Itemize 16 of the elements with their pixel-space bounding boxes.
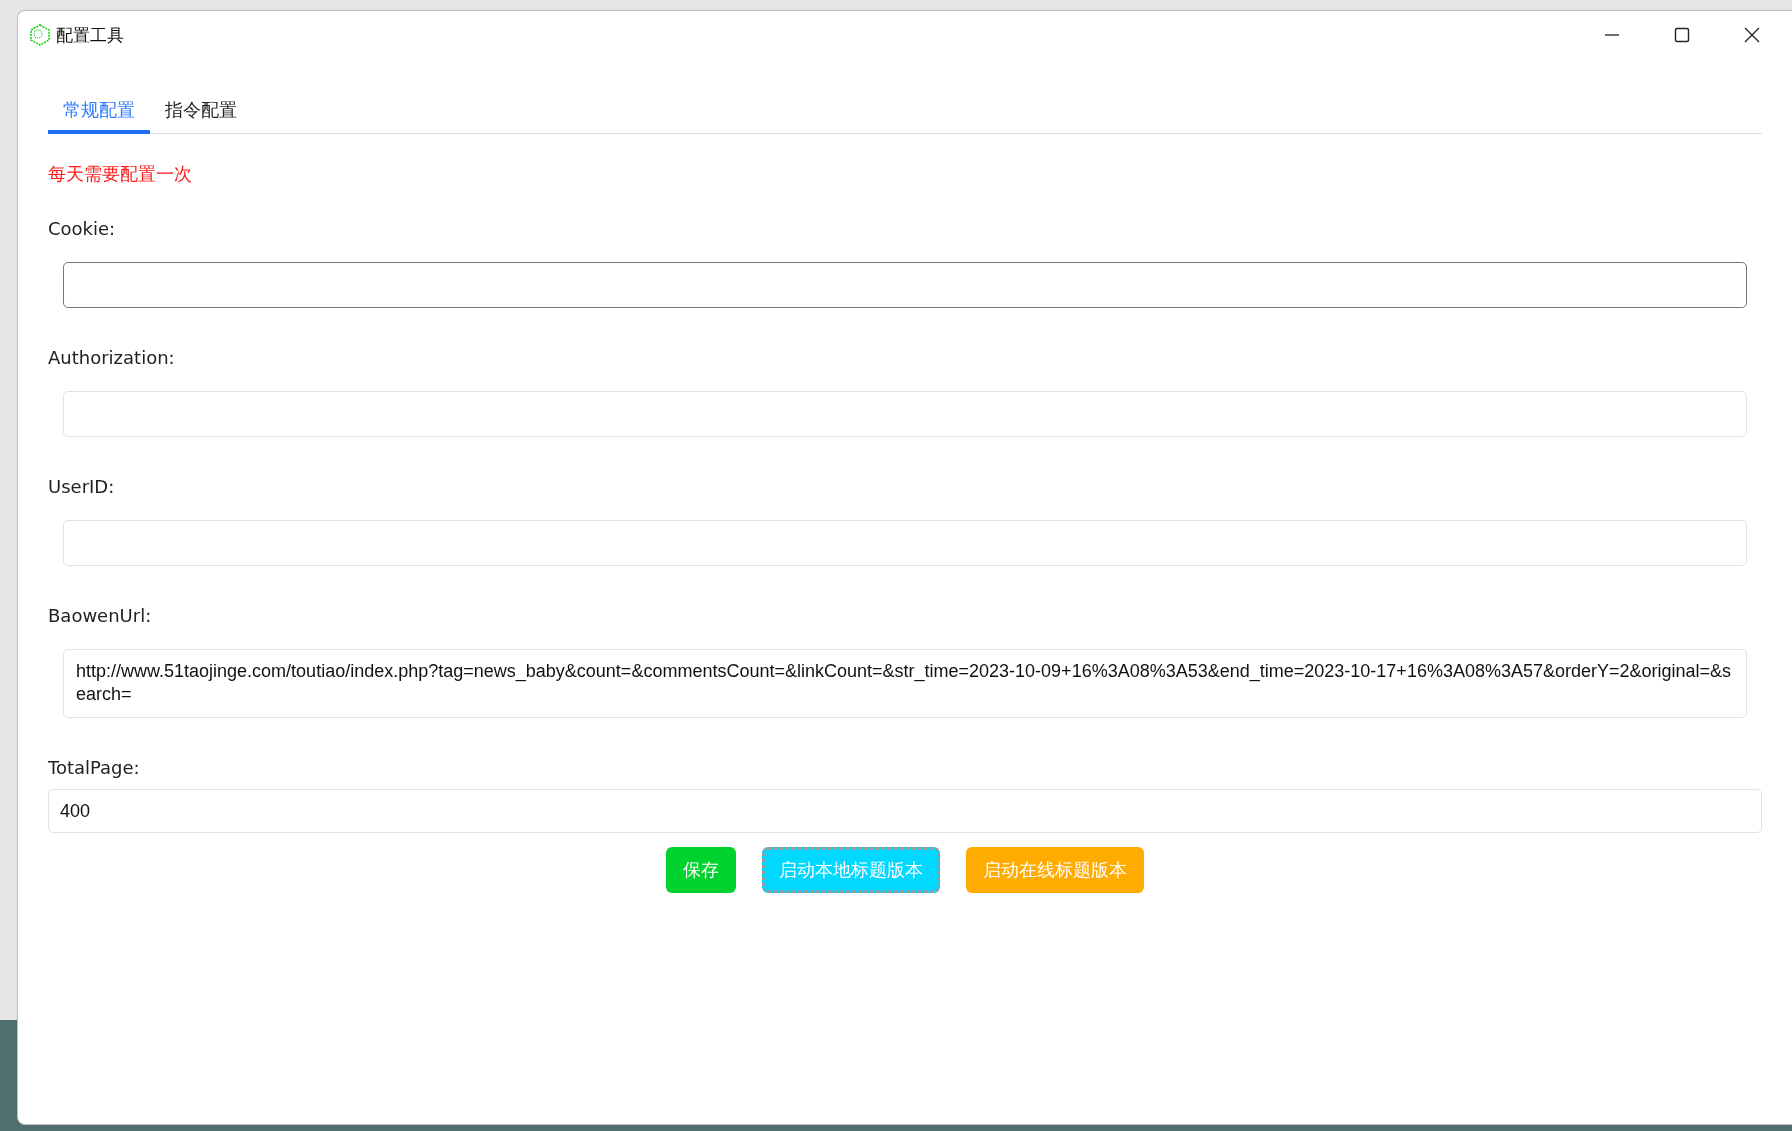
close-icon[interactable]: [1742, 25, 1762, 45]
app-icon: [29, 24, 51, 46]
notice-text: 每天需要配置一次: [48, 162, 193, 186]
field-label: Cookie:: [48, 217, 117, 241]
field-label: TotalPage:: [48, 756, 141, 780]
input-field[interactable]: http://www.51taojinge.com/toutiao/index.php?tag=news_baby&count=&commentsCount=&linkCount=&str_time=2023-10-09+16%3A08%3A53&end_time=2023-10-17+16%3A08%3A57&orderY=2&original=&search=: [63, 649, 1747, 718]
input-field[interactable]: [63, 262, 1747, 308]
tab[interactable]: 常规配置: [48, 98, 150, 134]
field-label: Authorization:: [48, 346, 176, 370]
tab[interactable]: 指令配置: [150, 98, 252, 134]
action-button[interactable]: 保存: [666, 847, 736, 893]
window-title: 配置工具: [56, 23, 124, 47]
input-field[interactable]: 400: [48, 789, 1762, 833]
field-label: UserID:: [48, 475, 116, 499]
field-label: BaowenUrl:: [48, 604, 153, 628]
maximize-icon[interactable]: [1672, 25, 1692, 45]
